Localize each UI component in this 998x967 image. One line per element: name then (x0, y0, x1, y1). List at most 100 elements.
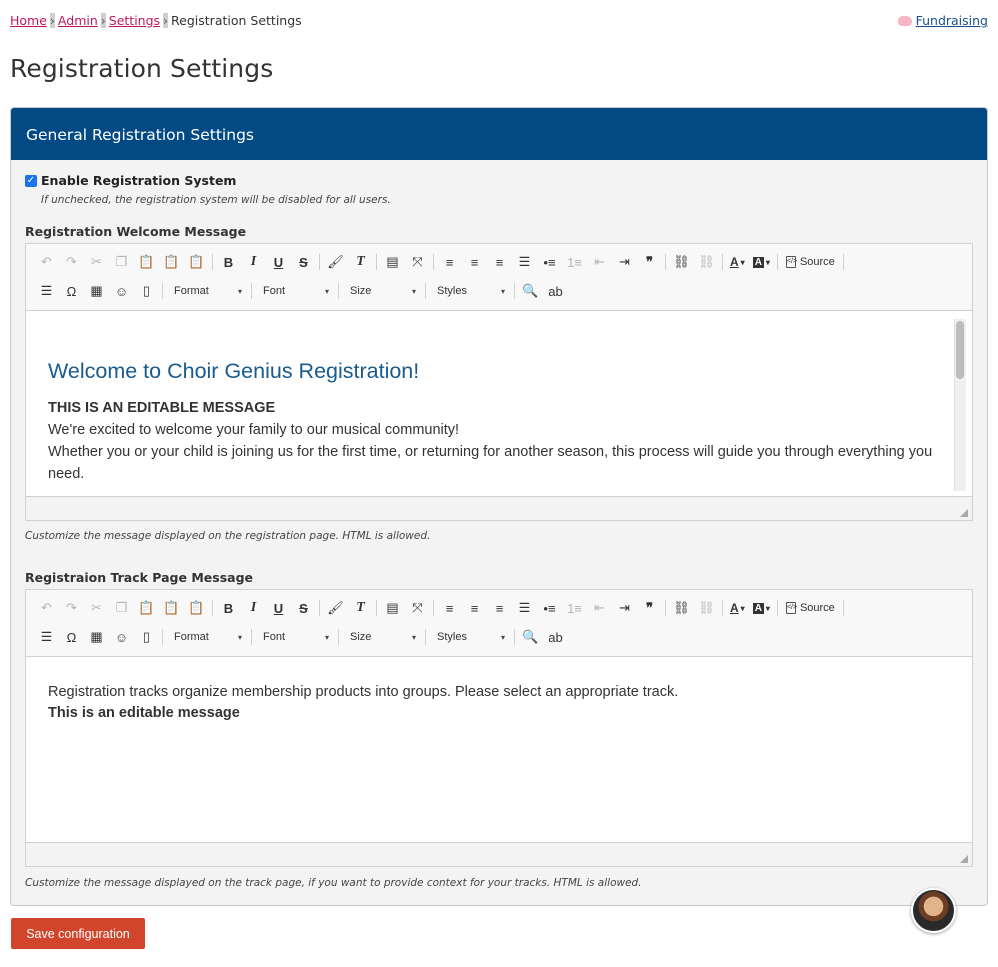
fundraising-link-wrap[interactable]: Fundraising (897, 13, 988, 28)
table-icon[interactable]: ▦ (84, 280, 109, 302)
undo-icon[interactable]: ↶ (34, 251, 59, 273)
resize-handle-icon[interactable] (960, 855, 968, 863)
table-icon[interactable]: ▦ (84, 626, 109, 648)
align-center-icon[interactable]: ≡ (462, 597, 487, 619)
format-dropdown[interactable]: Format ▾ (166, 626, 248, 648)
copy-format-icon[interactable]: 🖌 (323, 251, 348, 273)
special-char-icon[interactable]: Ω (59, 280, 84, 302)
undo-icon[interactable]: ↶ (34, 597, 59, 619)
strikethrough-icon[interactable]: S (291, 251, 316, 273)
source-button[interactable]: </> Source (781, 251, 840, 273)
link-icon[interactable]: ⛓ (669, 251, 694, 273)
editor-scrollbar-thumb[interactable] (956, 321, 964, 379)
copy-format-icon[interactable]: 🖌 (323, 597, 348, 619)
paste-word-icon[interactable]: 📋 (184, 251, 209, 273)
welcome-line-1: THIS IS AN EDITABLE MESSAGE (48, 400, 276, 416)
outdent-icon[interactable]: ⇤ (587, 251, 612, 273)
background-color-button[interactable]: A ▾ (749, 597, 774, 619)
avatar[interactable] (911, 888, 956, 933)
link-icon[interactable]: ⛓ (669, 597, 694, 619)
format-dropdown[interactable]: Format ▾ (166, 280, 248, 302)
underline-icon[interactable]: U (266, 597, 291, 619)
align-justify-icon[interactable]: ☰ (512, 251, 537, 273)
welcome-line-3: Whether you or your child is joining us … (48, 444, 933, 482)
font-dropdown[interactable]: Font ▾ (255, 626, 335, 648)
smiley-icon[interactable]: ☺ (109, 280, 134, 302)
paste-word-icon[interactable]: 📋 (184, 597, 209, 619)
track-line-1: Registration tracks organize membership … (48, 684, 679, 700)
paste-text-icon[interactable]: 📋 (159, 251, 184, 273)
outdent-icon[interactable]: ⇤ (587, 597, 612, 619)
cut-icon[interactable]: ✂ (84, 597, 109, 619)
paste-text-icon[interactable]: 📋 (159, 597, 184, 619)
align-left-icon[interactable]: ≡ (437, 251, 462, 273)
resize-handle-icon[interactable] (960, 509, 968, 517)
toolbar-divider (433, 600, 434, 616)
background-color-button[interactable]: A ▾ (749, 251, 774, 273)
numbered-list-icon[interactable]: 1≡ (562, 597, 587, 619)
show-blocks-icon[interactable]: ▤ (380, 251, 405, 273)
unlink-icon[interactable]: ⛓ (694, 597, 719, 619)
blockquote-icon[interactable]: ❞ (637, 251, 662, 273)
align-center-icon[interactable]: ≡ (462, 251, 487, 273)
size-dropdown[interactable]: Size ▾ (342, 626, 422, 648)
enable-registration-checkbox[interactable]: ✓ (25, 174, 37, 187)
font-dropdown[interactable]: Font ▾ (255, 280, 335, 302)
page-break-icon[interactable]: ▯ (134, 280, 159, 302)
unlink-icon[interactable]: ⛓ (694, 251, 719, 273)
smiley-icon[interactable]: ☺ (109, 626, 134, 648)
align-justify-icon[interactable]: ☰ (512, 597, 537, 619)
bulleted-list-icon[interactable]: •≡ (537, 251, 562, 273)
bold-icon[interactable]: B (216, 597, 241, 619)
paste-icon[interactable]: 📋 (134, 597, 159, 619)
copy-icon[interactable]: ❐ (109, 597, 134, 619)
blockquote-icon[interactable]: ❞ (637, 597, 662, 619)
copy-icon[interactable]: ❐ (109, 251, 134, 273)
welcome-editor-content[interactable]: Welcome to Choir Genius Registration! TH… (26, 311, 972, 496)
size-dropdown[interactable]: Size ▾ (342, 280, 422, 302)
maximize-icon[interactable]: ⤧ (405, 597, 430, 619)
underline-icon[interactable]: U (266, 251, 291, 273)
indent-icon[interactable]: ⇥ (612, 597, 637, 619)
remove-format-icon[interactable]: T (348, 597, 373, 619)
indent-icon[interactable]: ⇥ (612, 251, 637, 273)
bold-icon[interactable]: B (216, 251, 241, 273)
numbered-list-icon[interactable]: 1≡ (562, 251, 587, 273)
bulleted-list-icon[interactable]: •≡ (537, 597, 562, 619)
special-char-icon[interactable]: Ω (59, 626, 84, 648)
styles-dropdown[interactable]: Styles ▾ (429, 626, 511, 648)
find-icon[interactable]: 🔍 (518, 280, 543, 302)
replace-icon[interactable]: ab (543, 626, 568, 648)
strikethrough-icon[interactable]: S (291, 597, 316, 619)
maximize-icon[interactable]: ⤧ (405, 251, 430, 273)
show-blocks-icon[interactable]: ▤ (380, 597, 405, 619)
align-right-icon[interactable]: ≡ (487, 251, 512, 273)
text-color-button[interactable]: A ▾ (726, 251, 749, 273)
italic-icon[interactable]: I (241, 251, 266, 273)
text-color-button[interactable]: A ▾ (726, 597, 749, 619)
replace-icon[interactable]: ab (543, 280, 568, 302)
background-color-icon: A (752, 602, 764, 614)
track-editor-content[interactable]: Registration tracks organize membership … (26, 657, 972, 842)
fundraising-link[interactable]: Fundraising (916, 13, 988, 28)
enable-registration-label[interactable]: Enable Registration System (41, 173, 236, 188)
horizontal-line-icon[interactable]: ☰ (34, 626, 59, 648)
breadcrumb-admin[interactable]: Admin (58, 13, 98, 28)
save-configuration-button[interactable]: Save configuration (11, 918, 145, 949)
horizontal-line-icon[interactable]: ☰ (34, 280, 59, 302)
cut-icon[interactable]: ✂ (84, 251, 109, 273)
breadcrumb-home[interactable]: Home (10, 13, 47, 28)
italic-icon[interactable]: I (241, 597, 266, 619)
breadcrumb-settings[interactable]: Settings (109, 13, 160, 28)
remove-format-icon[interactable]: T (348, 251, 373, 273)
paste-icon[interactable]: 📋 (134, 251, 159, 273)
find-icon[interactable]: 🔍 (518, 626, 543, 648)
source-label: Source (799, 602, 835, 614)
redo-icon[interactable]: ↷ (59, 597, 84, 619)
page-break-icon[interactable]: ▯ (134, 626, 159, 648)
source-button[interactable]: </> Source (781, 597, 840, 619)
align-right-icon[interactable]: ≡ (487, 597, 512, 619)
styles-dropdown[interactable]: Styles ▾ (429, 280, 511, 302)
redo-icon[interactable]: ↷ (59, 251, 84, 273)
align-left-icon[interactable]: ≡ (437, 597, 462, 619)
